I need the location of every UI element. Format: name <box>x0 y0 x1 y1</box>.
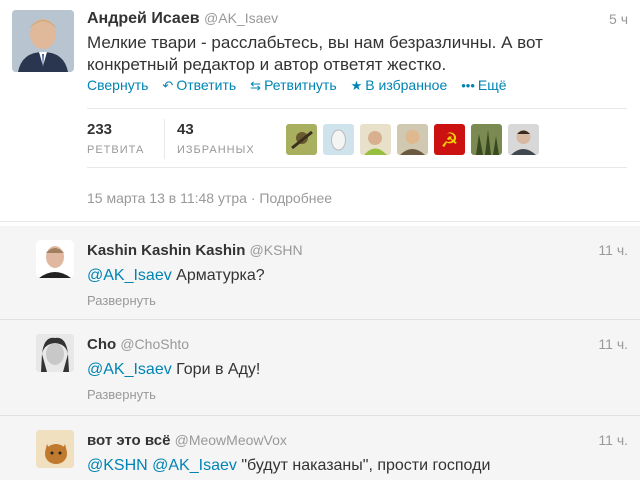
expand-link[interactable]: Развернуть <box>87 387 156 402</box>
mention-link[interactable]: @KSHN @AK_Isaev <box>87 457 237 474</box>
author-avatar[interactable] <box>12 10 74 72</box>
star-icon: ★ <box>350 78 363 93</box>
retweets-label: РЕТВИТА <box>87 144 145 156</box>
reply-text: @AK_Isaev Арматурка? <box>87 267 265 285</box>
tweet-time[interactable]: 5 ч <box>609 11 628 27</box>
stats-divider <box>164 119 165 159</box>
meta-separator: · <box>250 190 256 206</box>
retweet-button[interactable]: ⇆ Ретвитнуть <box>250 77 336 94</box>
tweet-meta: 15 марта 13 в 11:48 утра · Подробнее <box>87 190 332 206</box>
reply-body: "будут наказаны", прости господи <box>236 457 491 474</box>
svg-text:☭: ☭ <box>441 128 459 152</box>
favorites-count: 43 <box>177 121 194 138</box>
reply-time[interactable]: 11 ч. <box>598 336 628 352</box>
author-fullname[interactable]: Андрей Исаев <box>87 10 200 27</box>
reply-time[interactable]: 11 ч. <box>598 432 628 448</box>
reply-body: Гори в Аду! <box>171 361 261 378</box>
favorite-button[interactable]: ★ В избранное <box>351 77 448 94</box>
favoriter-avatar[interactable] <box>508 124 539 155</box>
reply-header: вот это всё @MeowMeowVox <box>87 432 287 449</box>
tweet-text: Мелкие твари - расслабьтесь, вы нам безр… <box>87 33 543 74</box>
author-username[interactable]: @AK_Isaev <box>204 10 278 26</box>
reply-avatar[interactable] <box>36 240 74 278</box>
reply-tweet[interactable]: Cho @ChoShto 11 ч. @AK_Isaev Гори в Аду!… <box>0 320 640 416</box>
reply-tweet[interactable]: вот это всё @MeowMeowVox 11 ч. @KSHN @AK… <box>0 416 640 480</box>
reply-text: @KSHN @AK_Isaev "будут наказаны", прости… <box>87 457 490 475</box>
reply-fullname[interactable]: Cho <box>87 336 116 353</box>
reply-fullname[interactable]: Kashin Kashin Kashin <box>87 242 245 259</box>
details-link[interactable]: Подробнее <box>259 190 332 206</box>
favoriter-avatar[interactable] <box>360 124 391 155</box>
mention-link[interactable]: @AK_Isaev <box>87 267 172 284</box>
more-icon: ••• <box>461 78 475 93</box>
tweet-stats: 233 РЕТВИТА 43 ИЗБРАННЫХ ☭ <box>87 108 627 168</box>
favoriters-avatars: ☭ <box>286 124 539 155</box>
retweets-stat[interactable]: 233 РЕТВИТА <box>87 121 144 156</box>
favorites-label: ИЗБРАННЫХ <box>177 144 255 156</box>
main-tweet: Андрей Исаев @AK_Isaev 5 ч Мелкие твари … <box>0 0 640 222</box>
retweets-count: 233 <box>87 121 113 138</box>
reply-time[interactable]: 11 ч. <box>598 242 628 258</box>
reply-text: @AK_Isaev Гори в Аду! <box>87 361 260 379</box>
favoriter-avatar[interactable] <box>397 124 428 155</box>
retweet-icon: ⇆ <box>250 78 262 93</box>
favoriter-avatar[interactable]: ☭ <box>434 124 465 155</box>
tweet-header: Андрей Исаев @AK_Isaev <box>87 10 278 28</box>
favorites-stat[interactable]: 43 ИЗБРАННЫХ <box>177 121 255 156</box>
reply-button[interactable]: ↶ Ответить <box>162 77 236 94</box>
more-button[interactable]: ••• Ещё <box>461 77 506 94</box>
reply-username[interactable]: @ChoShto <box>120 336 189 352</box>
reply-avatar[interactable] <box>36 334 74 372</box>
reply-icon: ↶ <box>162 78 174 93</box>
favoriter-avatar[interactable] <box>323 124 354 155</box>
reply-username[interactable]: @MeowMeowVox <box>175 432 287 448</box>
reply-fullname[interactable]: вот это всё <box>87 432 170 449</box>
tweet-actions: Свернуть ↶ Ответить ⇆ Ретвитнуть ★ В избран… <box>87 77 507 94</box>
reply-tweet[interactable]: Kashin Kashin Kashin @KSHN 11 ч. @AK_Isa… <box>0 226 640 320</box>
favoriter-avatar[interactable] <box>471 124 502 155</box>
reply-header: Kashin Kashin Kashin @KSHN <box>87 242 303 259</box>
expand-link[interactable]: Развернуть <box>87 293 156 308</box>
reply-avatar[interactable] <box>36 430 74 468</box>
reply-body: Арматурка? <box>171 267 265 284</box>
favoriter-avatar[interactable] <box>286 124 317 155</box>
tweet-timestamp[interactable]: 15 марта 13 в 11:48 утра <box>87 190 247 206</box>
reply-header: Cho @ChoShto <box>87 336 189 353</box>
mention-link[interactable]: @AK_Isaev <box>87 361 172 378</box>
collapse-button[interactable]: Свернуть <box>87 77 148 94</box>
reply-username[interactable]: @KSHN <box>250 242 303 258</box>
